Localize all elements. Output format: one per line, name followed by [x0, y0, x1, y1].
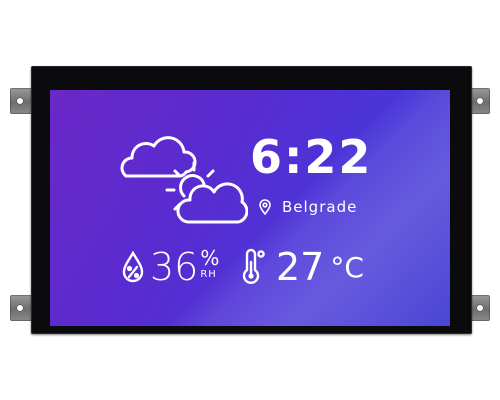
humidity-value: 36 — [150, 245, 199, 289]
location-row: Belgrade — [258, 198, 357, 216]
thermometer-icon — [242, 248, 265, 284]
location-label: Belgrade — [282, 198, 358, 216]
humidity-rh-label: RH — [200, 269, 217, 280]
lcd-screen: 6:22 Belgrade 36 % RH 27 °C — [50, 90, 450, 326]
clock-time: 6:22 — [250, 130, 373, 184]
cloud-sun-icon — [120, 136, 248, 224]
temperature-unit: °C — [330, 251, 364, 284]
humidity-drop-icon — [122, 250, 144, 283]
device-photo: 6:22 Belgrade 36 % RH 27 °C — [0, 0, 500, 400]
humidity-percent-symbol: % — [200, 246, 220, 270]
map-pin-icon — [259, 199, 271, 215]
temperature-readout: 27 °C — [240, 248, 364, 286]
humidity-unit: % RH — [200, 248, 219, 280]
temperature-value: 27 — [276, 245, 325, 289]
humidity-readout: 36 % RH — [120, 248, 219, 286]
screen-glare — [50, 90, 450, 326]
